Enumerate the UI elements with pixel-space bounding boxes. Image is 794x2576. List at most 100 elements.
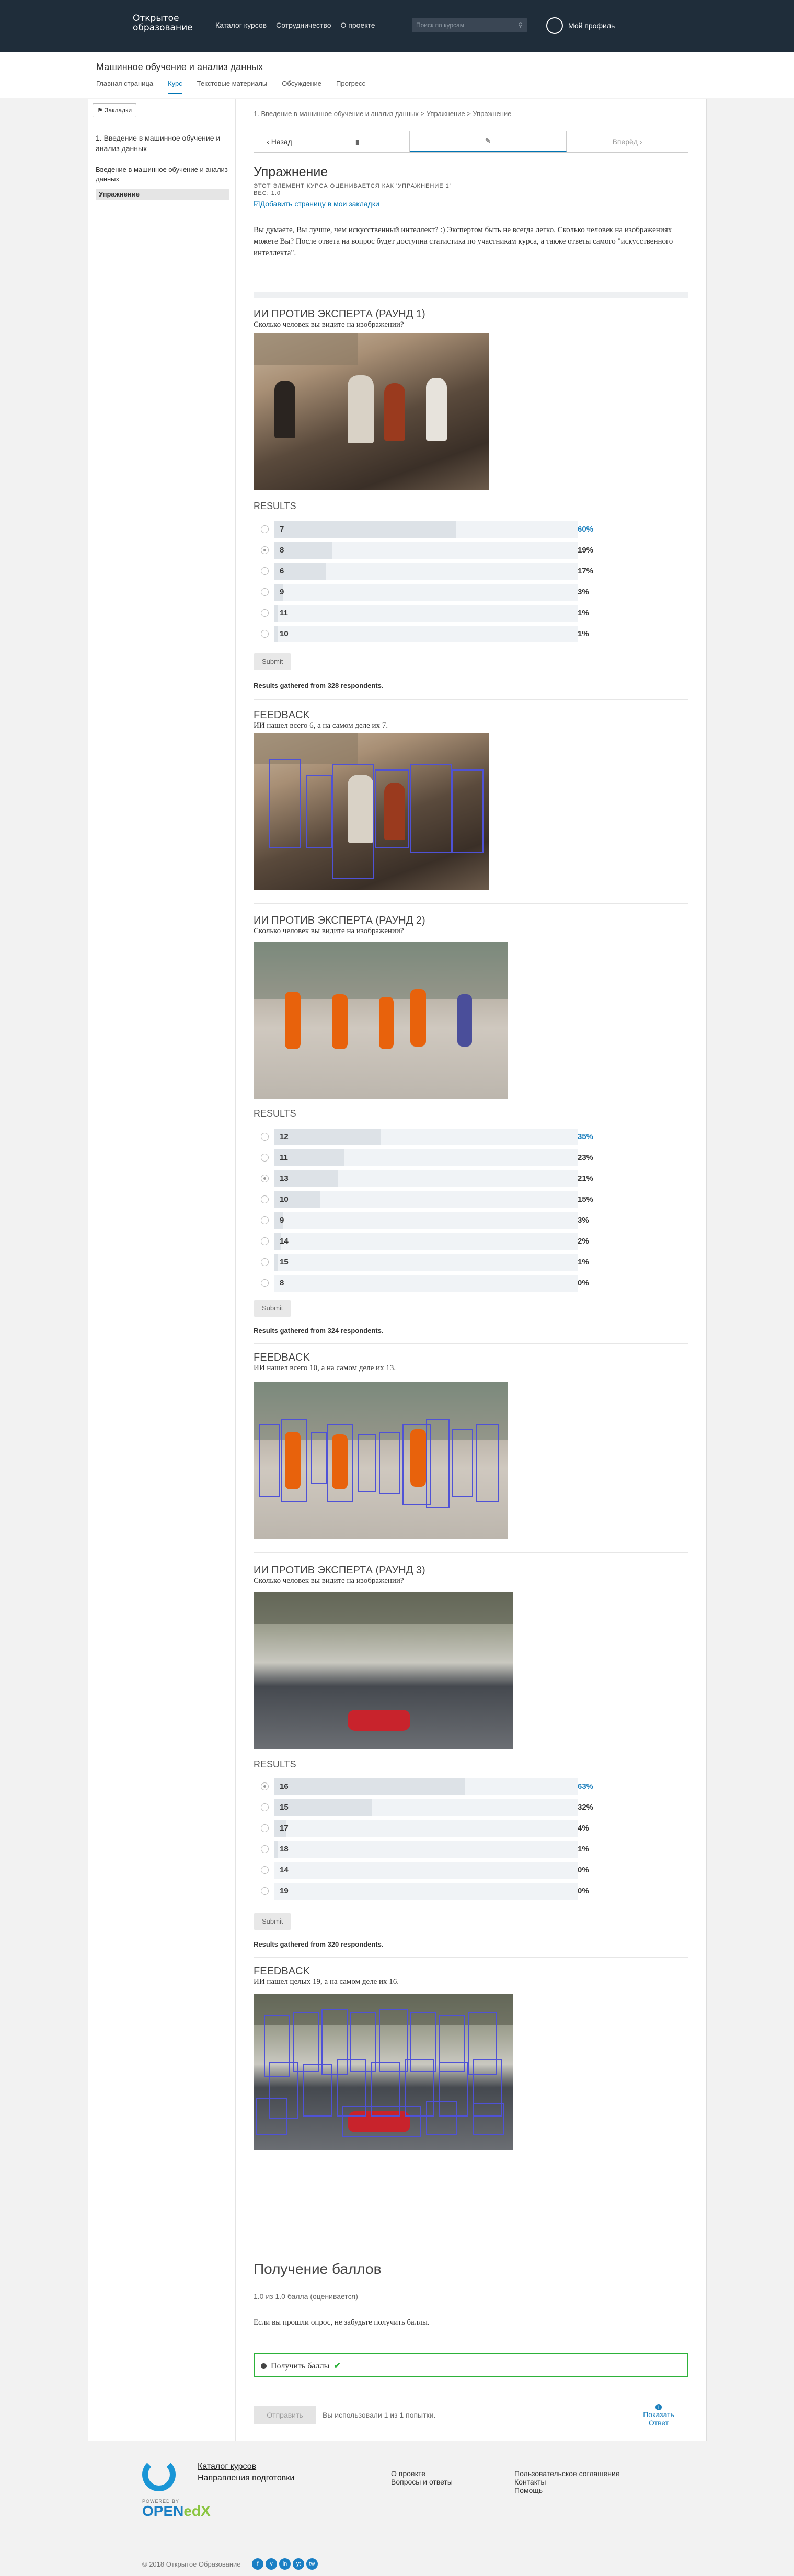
facebook-icon[interactable]: f (252, 2558, 263, 2570)
result-bar: 7 (274, 521, 578, 538)
search-icon[interactable]: ⚲ (518, 21, 523, 29)
round-question: Сколько человек вы видите на изображении… (254, 320, 404, 329)
tab-discussion[interactable]: Обсуждение (282, 79, 321, 94)
radio-button[interactable] (261, 1195, 269, 1203)
radio-button[interactable] (261, 1782, 269, 1790)
nav-about[interactable]: О проекте (341, 21, 375, 29)
poll-option[interactable]: 18 1% (254, 1840, 599, 1859)
tab-materials[interactable]: Текстовые материалы (197, 79, 267, 94)
footer-link-faq[interactable]: Вопросы и ответы (391, 2478, 453, 2486)
sidebar-section[interactable]: 1. Введение в машинное обучение и анализ… (96, 133, 229, 154)
poll-option[interactable]: 14 2% (254, 1232, 599, 1251)
radio-button[interactable] (261, 1279, 269, 1287)
poll-option[interactable]: 13 21% (254, 1169, 599, 1188)
radio-button[interactable] (261, 1866, 269, 1874)
radio-button[interactable] (261, 609, 269, 617)
get-points-checkbox[interactable]: Получить баллы ✔ (254, 2353, 688, 2377)
nav-cooperation[interactable]: Сотрудничество (276, 21, 331, 29)
radio-button[interactable] (261, 1133, 269, 1141)
openedx-logo[interactable]: OPENedX (142, 2503, 211, 2520)
youtube-icon[interactable]: yt (293, 2558, 304, 2570)
poll-option[interactable]: 11 1% (254, 604, 599, 623)
result-bar: 15 (274, 1254, 578, 1271)
footer-link-contacts[interactable]: Контакты (514, 2478, 546, 2486)
feedback-text: ИИ нашел всего 6, а на самом деле их 7. (254, 721, 388, 730)
poll-option[interactable]: 16 63% (254, 1777, 599, 1796)
radio-button[interactable] (261, 1175, 269, 1182)
radio-button[interactable] (261, 1258, 269, 1266)
prev-label: Назад (271, 137, 292, 146)
poll-option[interactable]: 19 0% (254, 1882, 599, 1901)
footer-link-catalog[interactable]: Каталог курсов (198, 2462, 256, 2471)
poll-option[interactable]: 17 4% (254, 1819, 599, 1838)
option-percent: 1% (578, 1845, 589, 1854)
radio-button[interactable] (261, 1237, 269, 1245)
radio-button[interactable] (261, 567, 269, 575)
poll-option[interactable]: 11 23% (254, 1148, 599, 1167)
footer-link-help[interactable]: Помощь (514, 2486, 543, 2494)
tab-progress[interactable]: Прогресс (336, 79, 365, 94)
result-bar: 9 (274, 584, 578, 601)
poll-option[interactable]: 10 15% (254, 1190, 599, 1209)
prev-button[interactable]: ‹ Назад (254, 131, 305, 152)
footer-link-directions[interactable]: Направления подготовки (198, 2474, 294, 2483)
radio-button[interactable] (261, 1887, 269, 1895)
radio-button[interactable] (261, 1154, 269, 1162)
radio-button[interactable] (261, 525, 269, 533)
course-header: Машинное обучение и анализ данных Главна… (0, 52, 794, 98)
profile-menu[interactable]: Мой профиль (546, 17, 615, 34)
radio-button[interactable] (261, 1845, 269, 1853)
round-1: ИИ ПРОТИВ ЭКСПЕРТА (РАУНД 1) Сколько чел… (254, 308, 688, 329)
round-3: ИИ ПРОТИВ ЭКСПЕРТА (РАУНД 3) Сколько чел… (254, 1565, 688, 1585)
poll-option[interactable]: 8 19% (254, 541, 599, 560)
bookmarks-button[interactable]: ⚑ Закладки (93, 104, 137, 117)
poll-option[interactable]: 15 32% (254, 1798, 599, 1817)
option-percent: 15% (578, 1195, 594, 1204)
next-button[interactable]: Вперёд › (567, 131, 688, 152)
submit-button[interactable]: Submit (254, 1913, 292, 1930)
radio-button[interactable] (261, 1216, 269, 1224)
show-answer-button[interactable]: i Показать Ответ (638, 2402, 680, 2427)
submit-answer-button[interactable]: Отправить (254, 2406, 316, 2424)
tab-course[interactable]: Курс (168, 79, 182, 94)
course-tabs: Главная страница Курс Текстовые материал… (96, 79, 365, 94)
radio-button[interactable] (261, 588, 269, 596)
poll-option[interactable]: 14 0% (254, 1861, 599, 1880)
search-input[interactable]: Поиск по курсам ⚲ (412, 18, 527, 32)
poll-option[interactable]: 9 3% (254, 1211, 599, 1230)
result-bar: 16 (274, 1778, 578, 1795)
result-bar-fill (274, 626, 278, 642)
logo[interactable]: Открытое образование (133, 14, 193, 32)
tab-home[interactable]: Главная страница (96, 79, 153, 94)
vk-icon[interactable]: v (266, 2558, 277, 2570)
sidebar-subsection[interactable]: Введение в машинное обучение и анализ да… (96, 165, 229, 184)
feedback-text: ИИ нашел всего 10, а на самом деле их 13… (254, 1364, 396, 1372)
footer-link-agreement[interactable]: Пользовательское соглашение (514, 2469, 620, 2478)
attempts-text: Вы использовали 1 из 1 попытки. (323, 2411, 436, 2419)
radio-button[interactable] (261, 546, 269, 554)
poll-option[interactable]: 10 1% (254, 625, 599, 643)
poll-option[interactable]: 6 17% (254, 562, 599, 581)
poll-option[interactable]: 7 60% (254, 520, 599, 539)
horizontal-scrollbar[interactable] (254, 292, 688, 298)
radio-button[interactable] (261, 1824, 269, 1832)
radio-button[interactable] (261, 1803, 269, 1811)
option-label: 13 (280, 1174, 289, 1183)
radio-button[interactable] (261, 630, 269, 638)
submit-button[interactable]: Submit (254, 1300, 292, 1317)
unit-tab-video[interactable]: ▮ (305, 131, 410, 152)
poll-option[interactable]: 9 3% (254, 583, 599, 602)
bookmarks-label: Закладки (105, 107, 132, 114)
twitter-icon[interactable]: tw (306, 2558, 318, 2570)
footer-link-about[interactable]: О проекте (391, 2469, 425, 2478)
poll-option[interactable]: 8 0% (254, 1274, 599, 1293)
poll-option[interactable]: 12 35% (254, 1128, 599, 1146)
sidebar-item-active[interactable]: Упражнение (96, 189, 229, 200)
bookmark-link[interactable]: ☑Добавить страницу в мои закладки (254, 200, 688, 209)
result-bar: 6 (274, 563, 578, 580)
unit-tab-problem[interactable]: ✎ (410, 131, 567, 152)
poll-option[interactable]: 15 1% (254, 1253, 599, 1272)
nav-catalog[interactable]: Каталог курсов (215, 21, 267, 29)
submit-button[interactable]: Submit (254, 653, 292, 670)
linkedin-icon[interactable]: in (279, 2558, 291, 2570)
